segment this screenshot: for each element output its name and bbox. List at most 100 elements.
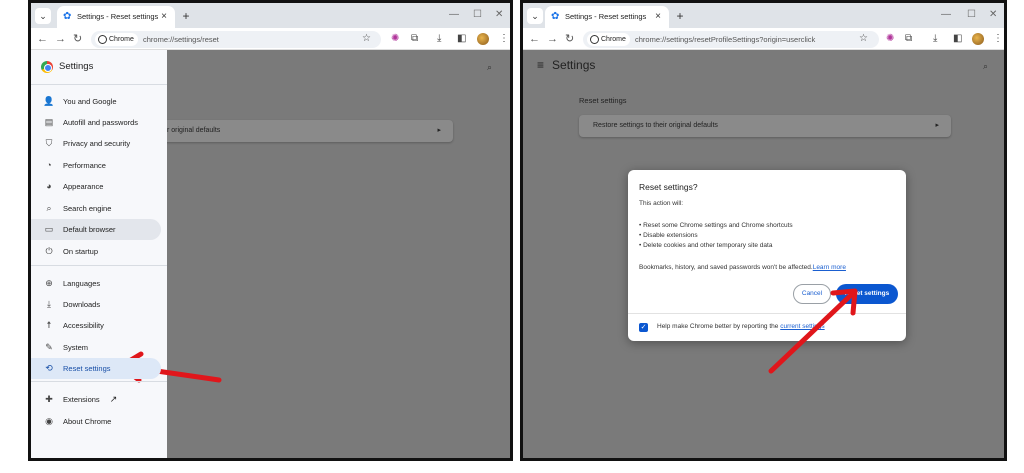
new-tab-button[interactable]: +: [178, 7, 194, 25]
restore-defaults-row[interactable]: Restore settings to their original defau…: [579, 115, 951, 137]
extension-icon[interactable]: ✺: [391, 31, 399, 47]
sidebar-item-downloads[interactable]: ⤓ Downloads: [31, 294, 161, 315]
external-link-icon: ↗: [109, 394, 118, 404]
forward-icon[interactable]: →: [547, 31, 558, 47]
accessibility-icon: ☨: [46, 320, 52, 330]
address-bar[interactable]: Chrome chrome://settings/reset: [91, 31, 381, 48]
url-text: chrome://settings/resetProfileSettings?o…: [635, 35, 816, 44]
close-tab-icon[interactable]: ×: [161, 6, 167, 28]
browser-toolbar: ← → ↻ Chrome chrome://settings/reset ☆ ✺…: [31, 28, 510, 50]
cancel-button[interactable]: Cancel: [793, 284, 831, 304]
tab-settings[interactable]: ✿ Settings - Reset settings ×: [545, 6, 669, 28]
restore-defaults-row[interactable]: r original defaults ▸: [161, 120, 453, 142]
gear-icon: ✿: [63, 11, 72, 22]
current-settings-link[interactable]: current settings: [780, 323, 824, 330]
site-chip[interactable]: Chrome: [95, 33, 138, 46]
menu-kebab-icon[interactable]: ⋮: [499, 31, 509, 47]
dialog-bullet: • Reset some Chrome settings and Chrome …: [639, 222, 793, 229]
right-screenshot-panel: ⌄ ✿ Settings - Reset settings × + — ☐ ✕ …: [520, 0, 1007, 461]
sidebar-item-label: Performance: [63, 161, 106, 170]
download-icon: ⤓: [47, 299, 51, 309]
reload-icon[interactable]: ↻: [565, 31, 574, 47]
chrome-icon: [98, 35, 107, 44]
avatar[interactable]: [477, 33, 489, 45]
sidebar-item-languages[interactable]: ⊕ Languages: [31, 273, 161, 294]
sidebar-item-appearance[interactable]: ◕ Appearance: [31, 176, 161, 197]
side-panel-icon[interactable]: ◧: [953, 31, 962, 47]
forward-icon[interactable]: →: [55, 31, 66, 47]
minimize-icon[interactable]: —: [449, 7, 459, 23]
dialog-bullet: • Disable extensions: [639, 232, 698, 239]
checkbox-label: Help make Chrome better by reporting the…: [657, 323, 825, 330]
tab-search-button[interactable]: ⌄: [35, 8, 51, 24]
sidebar-item-label: System: [63, 343, 89, 352]
sidebar-item-on-startup[interactable]: ⏻ On startup: [31, 241, 161, 262]
person-icon: 👤: [43, 96, 55, 106]
reload-icon[interactable]: ↻: [73, 31, 82, 47]
sidebar-item-search-engine[interactable]: ⌕ Search engine: [31, 198, 161, 219]
page-title: Settings: [552, 58, 596, 72]
maximize-icon[interactable]: ☐: [967, 7, 976, 23]
new-tab-button[interactable]: +: [672, 7, 688, 25]
close-window-icon[interactable]: ✕: [495, 7, 503, 23]
extension-icon[interactable]: ✺: [886, 31, 894, 47]
downloads-icon[interactable]: ⤓: [933, 31, 937, 47]
sidebar-item-label: About Chrome: [63, 417, 112, 426]
sidebar-item-label: On startup: [63, 247, 99, 256]
sidebar-item-label: Languages: [63, 279, 101, 288]
clipboard-icon: ▤: [44, 117, 54, 127]
divider: [628, 313, 906, 314]
address-bar[interactable]: Chrome chrome://settings/resetProfileSet…: [583, 31, 879, 48]
site-chip[interactable]: Chrome: [587, 33, 630, 46]
search-icon[interactable]: ⌕: [983, 61, 988, 72]
back-icon[interactable]: ←: [37, 31, 48, 47]
sidebar-item-autofill-and-passwords[interactable]: ▤ Autofill and passwords: [31, 112, 161, 133]
maximize-icon[interactable]: ☐: [473, 7, 482, 23]
sidebar-item-performance[interactable]: ◔ Performance: [31, 155, 161, 176]
sidebar-item-privacy-and-security[interactable]: ⛉ Privacy and security: [31, 133, 161, 154]
settings-header: Settings: [41, 60, 93, 74]
tab-search-button[interactable]: ⌄: [527, 8, 543, 24]
tab-settings[interactable]: ✿ Settings - Reset settings ×: [57, 6, 175, 28]
browser-icon: ▭: [44, 224, 54, 234]
dialog-intro: This action will:: [639, 200, 684, 207]
extensions-puzzle-icon[interactable]: ⧉: [905, 31, 912, 47]
report-settings-checkbox[interactable]: ✓: [639, 323, 648, 332]
hamburger-menu-icon[interactable]: ≡: [537, 58, 544, 72]
extensions-puzzle-icon[interactable]: ⧉: [411, 31, 418, 47]
dialog-note: Bookmarks, history, and saved passwords …: [639, 264, 846, 271]
search-icon: ⌕: [46, 203, 52, 213]
bookmark-star-icon[interactable]: ☆: [859, 31, 868, 47]
sidebar-item-label: Downloads: [63, 300, 101, 309]
sidebar-item-you-and-google[interactable]: 👤 You and Google: [31, 91, 161, 112]
sidebar-item-default-browser[interactable]: ▭ Default browser: [31, 219, 161, 240]
side-panel-icon[interactable]: ◧: [457, 31, 466, 47]
divider: [31, 265, 167, 266]
learn-more-link[interactable]: Learn more: [813, 264, 846, 271]
tab-title: Settings - Reset settings: [77, 12, 159, 21]
search-icon[interactable]: ⌕: [487, 62, 492, 73]
close-tab-icon[interactable]: ×: [655, 6, 661, 28]
sidebar-item-label: Search engine: [63, 204, 112, 213]
reset-settings-dialog: Reset settings? This action will: • Rese…: [628, 170, 906, 341]
menu-kebab-icon[interactable]: ⋮: [993, 31, 1003, 47]
sidebar-item-label: Default browser: [63, 225, 116, 234]
shield-icon: ⛉: [45, 138, 53, 148]
close-window-icon[interactable]: ✕: [989, 7, 997, 23]
sidebar-item-reset-settings[interactable]: ⟲ Reset settings: [31, 358, 161, 379]
minimize-icon[interactable]: —: [941, 7, 951, 23]
tab-strip: ⌄ ✿ Settings - Reset settings × + — ☐ ✕: [523, 3, 1004, 28]
settings-header: ≡ Settings: [537, 58, 595, 72]
avatar[interactable]: [972, 33, 984, 45]
downloads-icon[interactable]: ⤓: [437, 31, 441, 47]
history-icon: ⟲: [45, 363, 53, 373]
back-icon[interactable]: ←: [529, 31, 540, 47]
sidebar-item-about-chrome[interactable]: ◉ About Chrome: [31, 411, 161, 432]
bookmark-star-icon[interactable]: ☆: [362, 31, 371, 47]
sidebar-item-extensions[interactable]: ✚ Extensions ↗: [31, 389, 161, 410]
sidebar-item-accessibility[interactable]: ☨ Accessibility: [31, 315, 161, 336]
reset-settings-button[interactable]: Reset settings: [836, 284, 898, 304]
sidebar-item-system[interactable]: ✎ System: [31, 337, 161, 358]
puzzle-icon: ✚: [45, 394, 53, 404]
chrome-logo-icon: [41, 61, 53, 73]
